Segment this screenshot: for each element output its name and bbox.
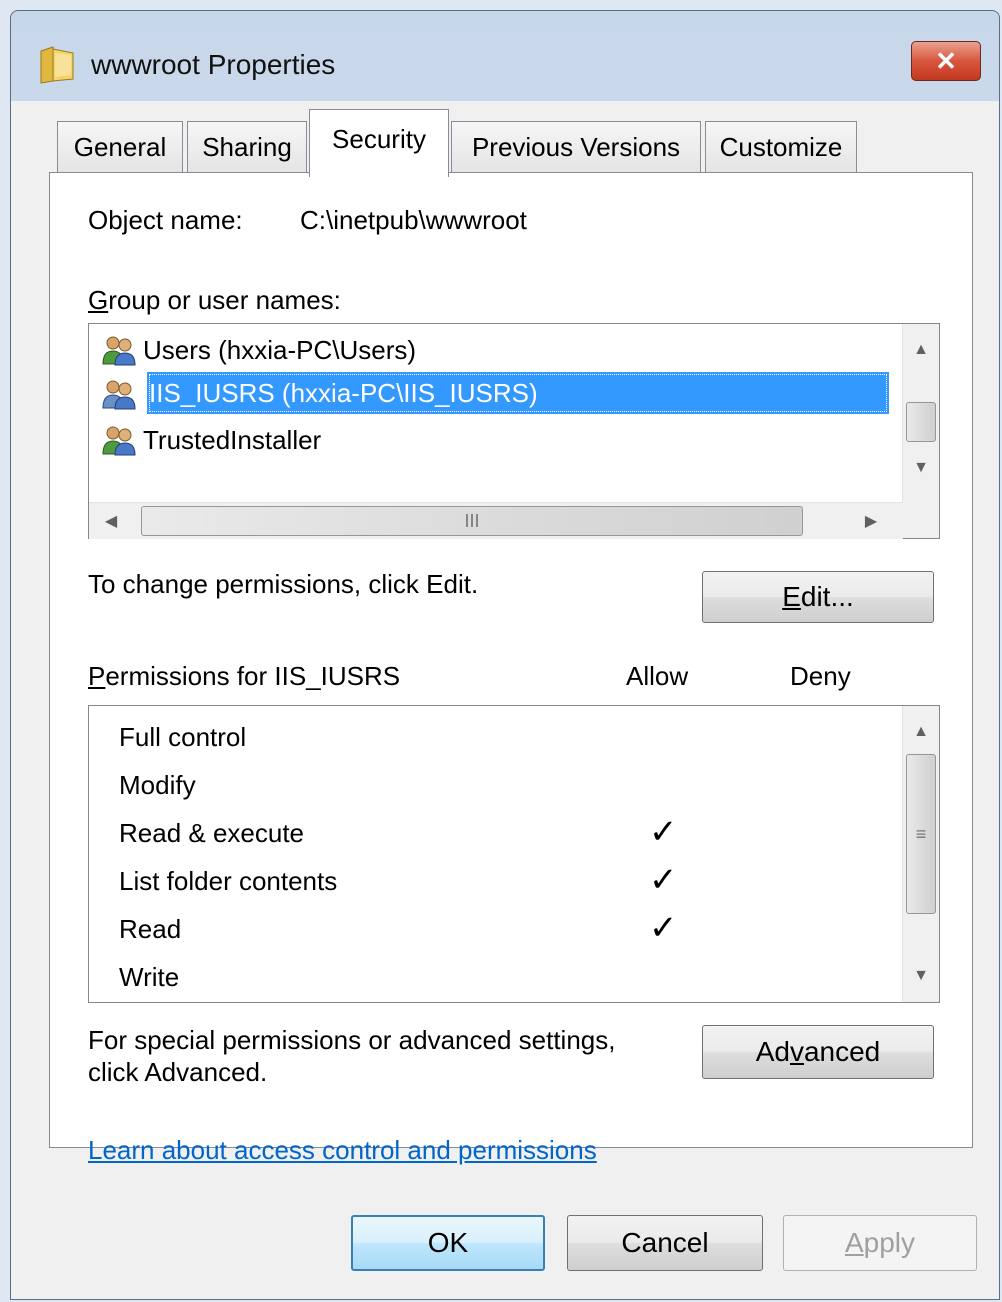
permission-row: Write (119, 962, 180, 992)
users-group-icon (102, 380, 136, 410)
horizontal-scrollbar-thumb[interactable]: III (141, 506, 803, 536)
button-label: Cancel (621, 1227, 709, 1258)
security-tab-panel: Object name: C:\inetpub\wwwroot Group or… (49, 172, 973, 1165)
apply-button[interactable]: Apply (783, 1215, 977, 1271)
change-permissions-text: To change permissions, click Edit. (88, 569, 479, 599)
advanced-text-line2: click Advanced. (88, 1057, 268, 1087)
list-item-selected[interactable] (101, 376, 143, 412)
label-rest: dit... (800, 581, 854, 612)
permissions-vertical-scrollbar[interactable]: ▲ ≡ ▼ (902, 706, 939, 1002)
window-title: wwwroot Properties (91, 49, 336, 80)
scrollbar-grip-icon: ≡ (915, 823, 927, 844)
permission-row: Read (119, 914, 182, 944)
label-rest: roup or user names: (108, 285, 341, 315)
tab-sharing[interactable]: Sharing (187, 121, 307, 173)
users-group-icon (102, 336, 136, 366)
group-user-names-label: Group or user names: (88, 285, 341, 316)
group-list-horizontal-scrollbar[interactable]: ◀ III ▶ (89, 502, 903, 539)
scrollbar-grip-icon: III (464, 510, 480, 531)
tab-label: Sharing (202, 132, 292, 162)
accelerator-key: E (782, 581, 801, 612)
button-label: OK (427, 1227, 469, 1258)
allow-checkmark-icon: ✓ (649, 909, 678, 947)
permission-row: Full control (119, 722, 247, 752)
properties-window: wwwroot Properties ✕ General Sharing Sec… (10, 10, 1000, 1300)
label-post: anced (803, 1036, 881, 1067)
scroll-up-arrow-icon[interactable]: ▲ (903, 334, 939, 366)
button-label: Edit... (782, 581, 854, 613)
permission-row: Modify (119, 770, 196, 800)
close-icon: ✕ (935, 45, 957, 76)
label-rest: ermissions for IIS_IUSRS (105, 661, 401, 691)
dialog-client: General Sharing Security Previous Versio… (11, 101, 999, 1299)
allow-checkmark-icon: ✓ (649, 813, 678, 851)
tab-security[interactable]: Security (309, 109, 449, 177)
list-item-label: Users (hxxia-PC\Users) (143, 334, 417, 365)
accelerator-key: v (789, 1036, 804, 1067)
close-button[interactable]: ✕ (911, 41, 981, 81)
group-user-list[interactable]: Users (hxxia-PC\Users) IIS_IUSRS (hxxia-… (88, 323, 940, 539)
list-item-label: IIS_IUSRS (hxxia-PC\IIS_IUSRS) (149, 377, 538, 408)
title-bar[interactable]: wwwroot Properties ✕ (11, 11, 999, 101)
permissions-list[interactable]: Full control Modify Read & execute List … (88, 705, 940, 1003)
label-pre: Ad (755, 1036, 790, 1067)
accelerator-key: P (88, 661, 106, 691)
allow-checkmark-icon: ✓ (649, 861, 678, 899)
selected-row-highlight[interactable]: IIS_IUSRS (hxxia-PC\IIS_IUSRS) (147, 372, 889, 414)
scroll-up-arrow-icon[interactable]: ▲ (903, 716, 939, 748)
label-rest: pply (863, 1227, 916, 1258)
permission-row: Read & execute (119, 818, 305, 848)
list-item[interactable]: Users (hxxia-PC\Users) (101, 332, 416, 368)
button-label: Apply (845, 1227, 915, 1259)
allow-column-header: Allow (626, 661, 689, 691)
cancel-button[interactable]: Cancel (567, 1215, 763, 1271)
advanced-text-line1: For special permissions or advanced sett… (88, 1025, 616, 1055)
scroll-right-arrow-icon[interactable]: ▶ (853, 505, 889, 537)
scroll-down-arrow-icon[interactable]: ▼ (903, 452, 939, 484)
object-name-value: C:\inetpub\wwwroot (300, 205, 527, 235)
tab-label: Previous Versions (471, 132, 681, 162)
list-item-label: TrustedInstaller (143, 424, 322, 455)
access-control-help-link[interactable]: Learn about access control and permissio… (88, 1135, 597, 1166)
tab-general[interactable]: General (57, 121, 183, 173)
accelerator-key: G (88, 285, 109, 315)
scroll-down-arrow-icon[interactable]: ▼ (903, 960, 939, 992)
tab-label: General (73, 132, 167, 162)
ok-button[interactable]: OK (351, 1215, 545, 1271)
scrollbar-thumb[interactable] (906, 402, 936, 442)
edit-button[interactable]: Edit... (702, 571, 934, 623)
users-group-icon (102, 426, 136, 456)
folder-icon (40, 46, 74, 84)
tab-previous-versions[interactable]: Previous Versions (451, 121, 701, 173)
object-name-label: Object name: (88, 205, 243, 235)
button-label: Advanced (756, 1036, 881, 1068)
deny-column-header: Deny (790, 661, 851, 691)
scrollbar-thumb[interactable]: ≡ (906, 754, 936, 914)
group-list-vertical-scrollbar[interactable]: ▲ ▼ (902, 324, 939, 502)
scrollbar-corner (903, 502, 939, 538)
tab-label: Security (332, 124, 426, 154)
permissions-for-label: Permissions for IIS_IUSRS (88, 661, 400, 692)
accelerator-key: A (844, 1227, 864, 1258)
advanced-button[interactable]: Advanced (702, 1025, 934, 1079)
list-item[interactable]: TrustedInstaller (101, 422, 321, 458)
tab-label: Customize (719, 132, 843, 162)
tab-customize[interactable]: Customize (705, 121, 857, 173)
scroll-left-arrow-icon[interactable]: ◀ (93, 505, 129, 537)
permission-row: List folder contents (119, 866, 338, 896)
